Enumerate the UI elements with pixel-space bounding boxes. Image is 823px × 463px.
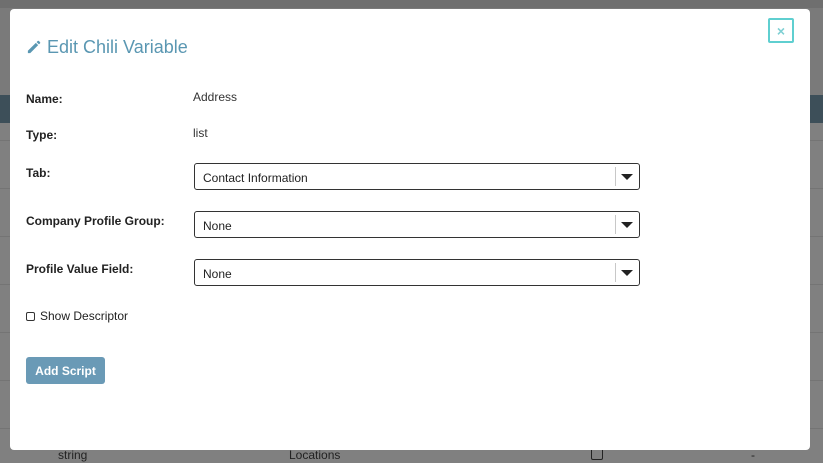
select-divider xyxy=(615,215,616,234)
show-descriptor-label[interactable]: Show Descriptor xyxy=(40,309,128,323)
tab-select-value: Contact Information xyxy=(203,171,308,185)
tab-label: Tab: xyxy=(26,166,51,180)
add-script-label: Add Script xyxy=(35,363,96,378)
name-label: Name: xyxy=(26,92,63,106)
background-row-type: string xyxy=(58,448,88,462)
pencil-icon xyxy=(27,40,41,54)
close-icon: × xyxy=(776,22,786,39)
caret-down-icon xyxy=(621,174,633,180)
name-value: Address xyxy=(193,90,238,104)
background-topbar xyxy=(0,0,823,8)
show-descriptor-row: Show Descriptor xyxy=(26,309,128,323)
modal-title: Edit Chili Variable xyxy=(26,37,188,58)
caret-down-icon xyxy=(621,222,633,228)
company-profile-group-label: Company Profile Group: xyxy=(26,214,165,228)
edit-variable-modal: × Edit Chili Variable Name: Address Type… xyxy=(10,9,810,450)
company-profile-group-select[interactable]: None xyxy=(194,211,640,238)
add-script-button[interactable]: Add Script xyxy=(26,357,105,384)
tab-select[interactable]: Contact Information xyxy=(194,163,640,190)
caret-down-icon xyxy=(621,270,633,276)
company-profile-group-value: None xyxy=(203,219,232,233)
profile-value-field-select[interactable]: None xyxy=(194,259,640,286)
type-value: list xyxy=(193,126,208,140)
select-divider xyxy=(615,263,616,282)
close-button[interactable]: × xyxy=(768,18,794,43)
profile-value-field-label: Profile Value Field: xyxy=(26,262,134,276)
background-row-name: Locations xyxy=(289,448,341,462)
select-divider xyxy=(615,167,616,186)
profile-value-field-value: None xyxy=(203,267,232,281)
type-label: Type: xyxy=(26,128,58,142)
modal-title-text: Edit Chili Variable xyxy=(47,37,188,57)
show-descriptor-checkbox[interactable] xyxy=(26,311,35,321)
background-row-dash: - xyxy=(751,448,755,462)
